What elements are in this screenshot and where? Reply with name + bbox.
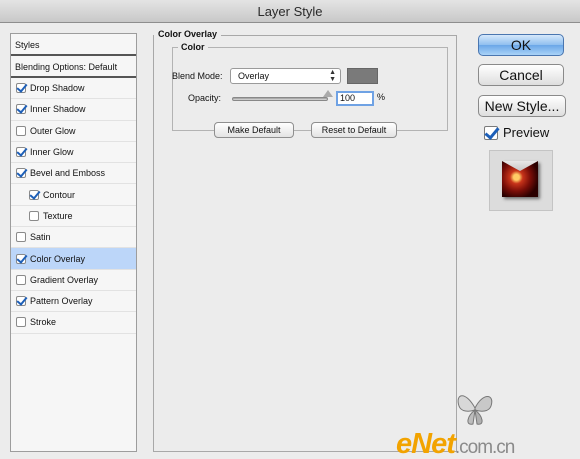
style-item-satin[interactable]: Satin (11, 227, 136, 249)
style-checkbox[interactable] (16, 232, 26, 243)
style-item-pattern-overlay[interactable]: Pattern Overlay (11, 291, 136, 313)
style-item-label: Bevel and Emboss (30, 168, 106, 179)
style-item-inner-shadow[interactable]: Inner Shadow (11, 99, 136, 121)
style-checkbox[interactable] (29, 210, 39, 221)
cancel-button[interactable]: Cancel (478, 64, 564, 86)
style-item-color-overlay[interactable]: Color Overlay (11, 248, 136, 270)
blend-mode-select[interactable]: Overlay ▲ ▼ (230, 68, 341, 84)
make-default-button[interactable]: Make Default (214, 122, 294, 138)
style-item-label: Pattern Overlay (30, 296, 93, 307)
watermark-suffix: .com.cn (454, 437, 516, 458)
blend-mode-value: Overlay (238, 71, 270, 81)
group-title: Color (178, 42, 208, 52)
blend-mode-label: Blend Mode: (172, 71, 223, 81)
style-item-label: Contour (43, 189, 76, 200)
layer-style-dialog: Styles Blending Options: Default Drop Sh… (0, 23, 580, 459)
preview-toggle[interactable]: Preview (484, 125, 549, 140)
opacity-input[interactable]: 100 (336, 91, 374, 106)
style-checkbox[interactable] (29, 189, 39, 200)
style-item-label: Stroke (30, 317, 57, 328)
new-style-button[interactable]: New Style... (478, 95, 566, 117)
style-item-label: Inner Glow (30, 147, 74, 158)
style-checkbox[interactable] (16, 125, 26, 136)
style-checkbox[interactable] (16, 296, 26, 307)
style-checkbox[interactable] (16, 83, 26, 94)
panel-title: Color Overlay (154, 29, 222, 39)
preview-label: Preview (503, 125, 550, 140)
style-item-texture[interactable]: Texture (11, 206, 136, 228)
preview-thumbnail (502, 161, 538, 197)
style-item-label: Outer Glow (30, 125, 76, 136)
preview-checkbox[interactable] (484, 125, 498, 140)
window-title: Layer Style (0, 0, 580, 23)
color-group (172, 47, 448, 131)
opacity-slider-track[interactable] (232, 97, 328, 101)
style-item-label: Gradient Overlay (30, 274, 99, 285)
style-checkbox[interactable] (16, 168, 26, 179)
style-item-stroke[interactable]: Stroke (11, 312, 136, 334)
watermark-brand: eNet (396, 428, 456, 459)
style-checkbox[interactable] (16, 253, 26, 264)
butterfly-icon (457, 395, 493, 425)
ok-button[interactable]: OK (478, 34, 564, 56)
style-checkbox[interactable] (16, 104, 26, 115)
opacity-label: Opacity: (188, 93, 222, 103)
style-item-inner-glow[interactable]: Inner Glow (11, 142, 136, 164)
enet-watermark: eNet.com.cn (396, 428, 516, 459)
style-item-contour[interactable]: Contour (11, 184, 136, 206)
style-checkbox[interactable] (16, 147, 26, 158)
opacity-slider-thumb[interactable] (323, 90, 333, 97)
style-item-label: Satin (30, 232, 51, 243)
style-checkbox[interactable] (16, 317, 26, 328)
style-item-gradient-overlay[interactable]: Gradient Overlay (11, 270, 136, 291)
blending-options-item[interactable]: Blending Options: Default (11, 56, 136, 78)
style-item-label: Drop Shadow (30, 83, 85, 94)
style-item-drop-shadow[interactable]: Drop Shadow (11, 78, 136, 100)
reset-to-default-button[interactable]: Reset to Default (311, 122, 397, 138)
style-checkbox[interactable] (16, 274, 26, 285)
style-item-bevel-and-emboss[interactable]: Bevel and Emboss (11, 163, 136, 185)
styles-list: Styles Blending Options: Default Drop Sh… (10, 33, 137, 452)
select-arrows-icon: ▲ ▼ (329, 69, 336, 83)
style-item-outer-glow[interactable]: Outer Glow (11, 121, 136, 142)
style-item-label: Texture (43, 210, 73, 221)
style-item-label: Inner Shadow (30, 104, 86, 115)
overlay-color-swatch[interactable] (347, 68, 378, 84)
style-item-label: Color Overlay (30, 253, 86, 264)
styles-header[interactable]: Styles (11, 34, 136, 56)
opacity-unit: % (377, 92, 386, 102)
